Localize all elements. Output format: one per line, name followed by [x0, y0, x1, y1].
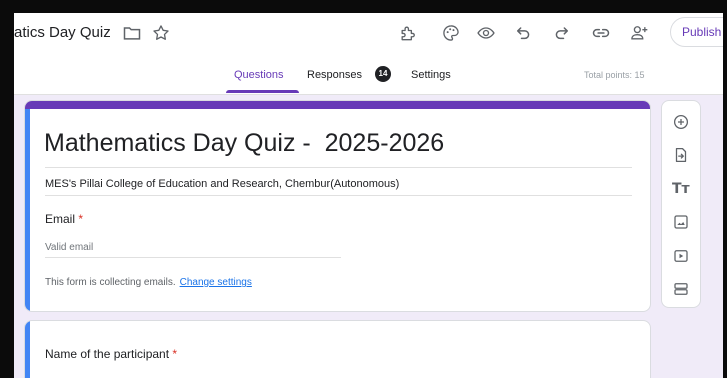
active-tab-indicator — [226, 90, 299, 93]
redo-icon[interactable] — [551, 23, 571, 43]
collecting-emails-notice: This form is collecting emails. Change se… — [45, 277, 252, 288]
link-icon[interactable] — [591, 23, 611, 43]
add-question-icon[interactable] — [672, 113, 690, 131]
tab-questions[interactable]: Questions — [234, 69, 284, 81]
floating-toolbar: Tт — [661, 100, 701, 308]
email-label-text: Email — [45, 212, 76, 226]
add-image-icon[interactable] — [672, 213, 690, 231]
palette-icon[interactable] — [441, 23, 461, 43]
add-collaborator-icon[interactable] — [629, 23, 649, 43]
add-title-icon[interactable]: Tт — [672, 180, 690, 198]
add-section-icon[interactable] — [672, 280, 690, 298]
customize-addons-icon[interactable] — [398, 23, 418, 43]
add-video-icon[interactable] — [672, 247, 690, 265]
tabs-bar: Questions Responses 14 Settings Total po… — [14, 53, 723, 95]
divider — [45, 195, 632, 196]
form-header-card[interactable]: Mathematics Day Quiz - 2025-2026 MES's P… — [24, 100, 651, 312]
question-card[interactable]: Name of the participant * — [24, 320, 651, 378]
required-asterisk: * — [78, 212, 84, 226]
change-settings-link[interactable]: Change settings — [180, 277, 252, 288]
collecting-emails-text: This form is collecting emails. — [45, 277, 176, 288]
required-asterisk: * — [172, 347, 178, 361]
form-title[interactable]: Mathematics Day Quiz - 2025-2026 — [44, 129, 444, 158]
divider — [45, 167, 632, 168]
star-icon[interactable] — [151, 23, 171, 43]
import-questions-icon[interactable] — [672, 146, 690, 164]
folder-icon[interactable] — [122, 23, 142, 43]
form-description[interactable]: MES's Pillai College of Education and Re… — [45, 178, 399, 190]
app-frame: atics Day Quiz Publish Questions Respons… — [14, 13, 723, 378]
focus-strip — [25, 109, 30, 311]
preview-eye-icon[interactable] — [476, 23, 496, 43]
responses-count-badge: 14 — [375, 66, 391, 82]
question-title-text: Name of the participant — [45, 347, 170, 361]
top-bar: atics Day Quiz Publish — [14, 13, 723, 53]
publish-button[interactable]: Publish — [670, 17, 723, 47]
total-points: Total points: 15 — [584, 70, 645, 80]
undo-icon[interactable] — [514, 23, 534, 43]
document-title[interactable]: atics Day Quiz — [14, 24, 111, 41]
email-field[interactable] — [45, 237, 341, 258]
tab-settings[interactable]: Settings — [411, 69, 451, 81]
focus-strip — [25, 321, 30, 378]
question-title: Name of the participant * — [45, 347, 177, 361]
email-label: Email * — [45, 212, 83, 226]
tab-responses[interactable]: Responses — [307, 69, 362, 81]
theme-strip — [25, 101, 650, 109]
